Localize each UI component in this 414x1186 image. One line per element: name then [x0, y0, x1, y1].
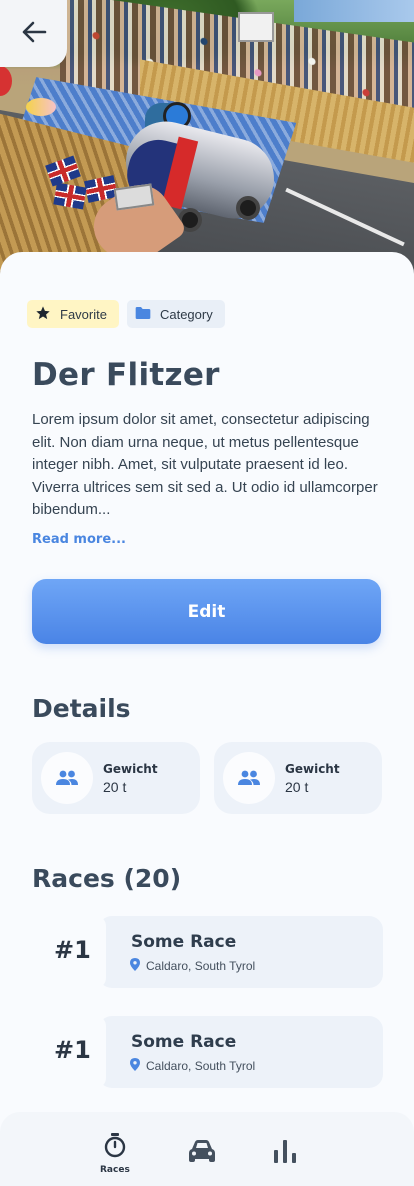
location-pin-icon: [130, 958, 140, 974]
nav-item-label: Races: [100, 1165, 130, 1175]
race-list-item[interactable]: #1 Some Race Caldaro, South Tyrol: [32, 916, 383, 988]
detail-value: 20 t: [103, 778, 127, 795]
location-pin-icon: [130, 1058, 140, 1074]
content-sheet: Favorite Category Der Flitzer Lorem ipsu…: [0, 252, 414, 1186]
description-text: Lorem ipsum dolor sit amet, consectetur …: [32, 411, 378, 518]
race-rank: #1: [54, 936, 91, 964]
people-icon: [41, 752, 93, 804]
stopwatch-icon: [103, 1132, 127, 1162]
category-tag-label: Category: [159, 306, 213, 322]
detail-value: 20 t: [285, 778, 309, 795]
races-heading: Races (20): [32, 864, 182, 893]
page-title: Der Flitzer: [32, 357, 220, 393]
people-icon: [223, 752, 275, 804]
bar-chart-icon: [272, 1138, 298, 1168]
detail-label: Gewicht: [285, 761, 340, 776]
edit-button[interactable]: Edit: [32, 579, 381, 644]
race-name: Some Race: [131, 932, 237, 952]
back-button[interactable]: [0, 0, 67, 67]
race-name: Some Race: [131, 1032, 237, 1052]
bottom-nav: Races: [0, 1112, 414, 1186]
nav-item-stats[interactable]: [272, 1138, 298, 1168]
race-location: Caldaro, South Tyrol: [130, 1058, 255, 1074]
race-rank: #1: [54, 1036, 91, 1064]
favorite-tag[interactable]: Favorite: [27, 300, 119, 328]
race-card[interactable]: Some Race Caldaro, South Tyrol: [92, 916, 383, 988]
race-card[interactable]: Some Race Caldaro, South Tyrol: [92, 1016, 383, 1088]
folder-icon: [135, 306, 151, 323]
details-heading: Details: [32, 694, 131, 723]
read-more-link[interactable]: Read more...: [32, 532, 126, 547]
detail-card: Gewicht 20 t: [32, 742, 200, 814]
race-list-item[interactable]: #1 Some Race Caldaro, South Tyrol: [32, 1016, 383, 1088]
tag-list: Favorite Category: [27, 300, 225, 328]
race-location-text: Caldaro, South Tyrol: [146, 1059, 256, 1073]
star-icon: [35, 305, 51, 324]
nav-item-cars[interactable]: [187, 1138, 217, 1168]
race-location: Caldaro, South Tyrol: [130, 958, 255, 974]
car-icon: [187, 1138, 217, 1168]
detail-card: Gewicht 20 t: [214, 742, 382, 814]
category-tag[interactable]: Category: [126, 300, 225, 328]
nav-item-races[interactable]: Races: [100, 1132, 130, 1175]
arrow-left-icon: [21, 21, 47, 47]
favorite-tag-label: Favorite: [60, 306, 107, 322]
detail-label: Gewicht: [103, 761, 158, 776]
race-location-text: Caldaro, South Tyrol: [146, 959, 256, 973]
